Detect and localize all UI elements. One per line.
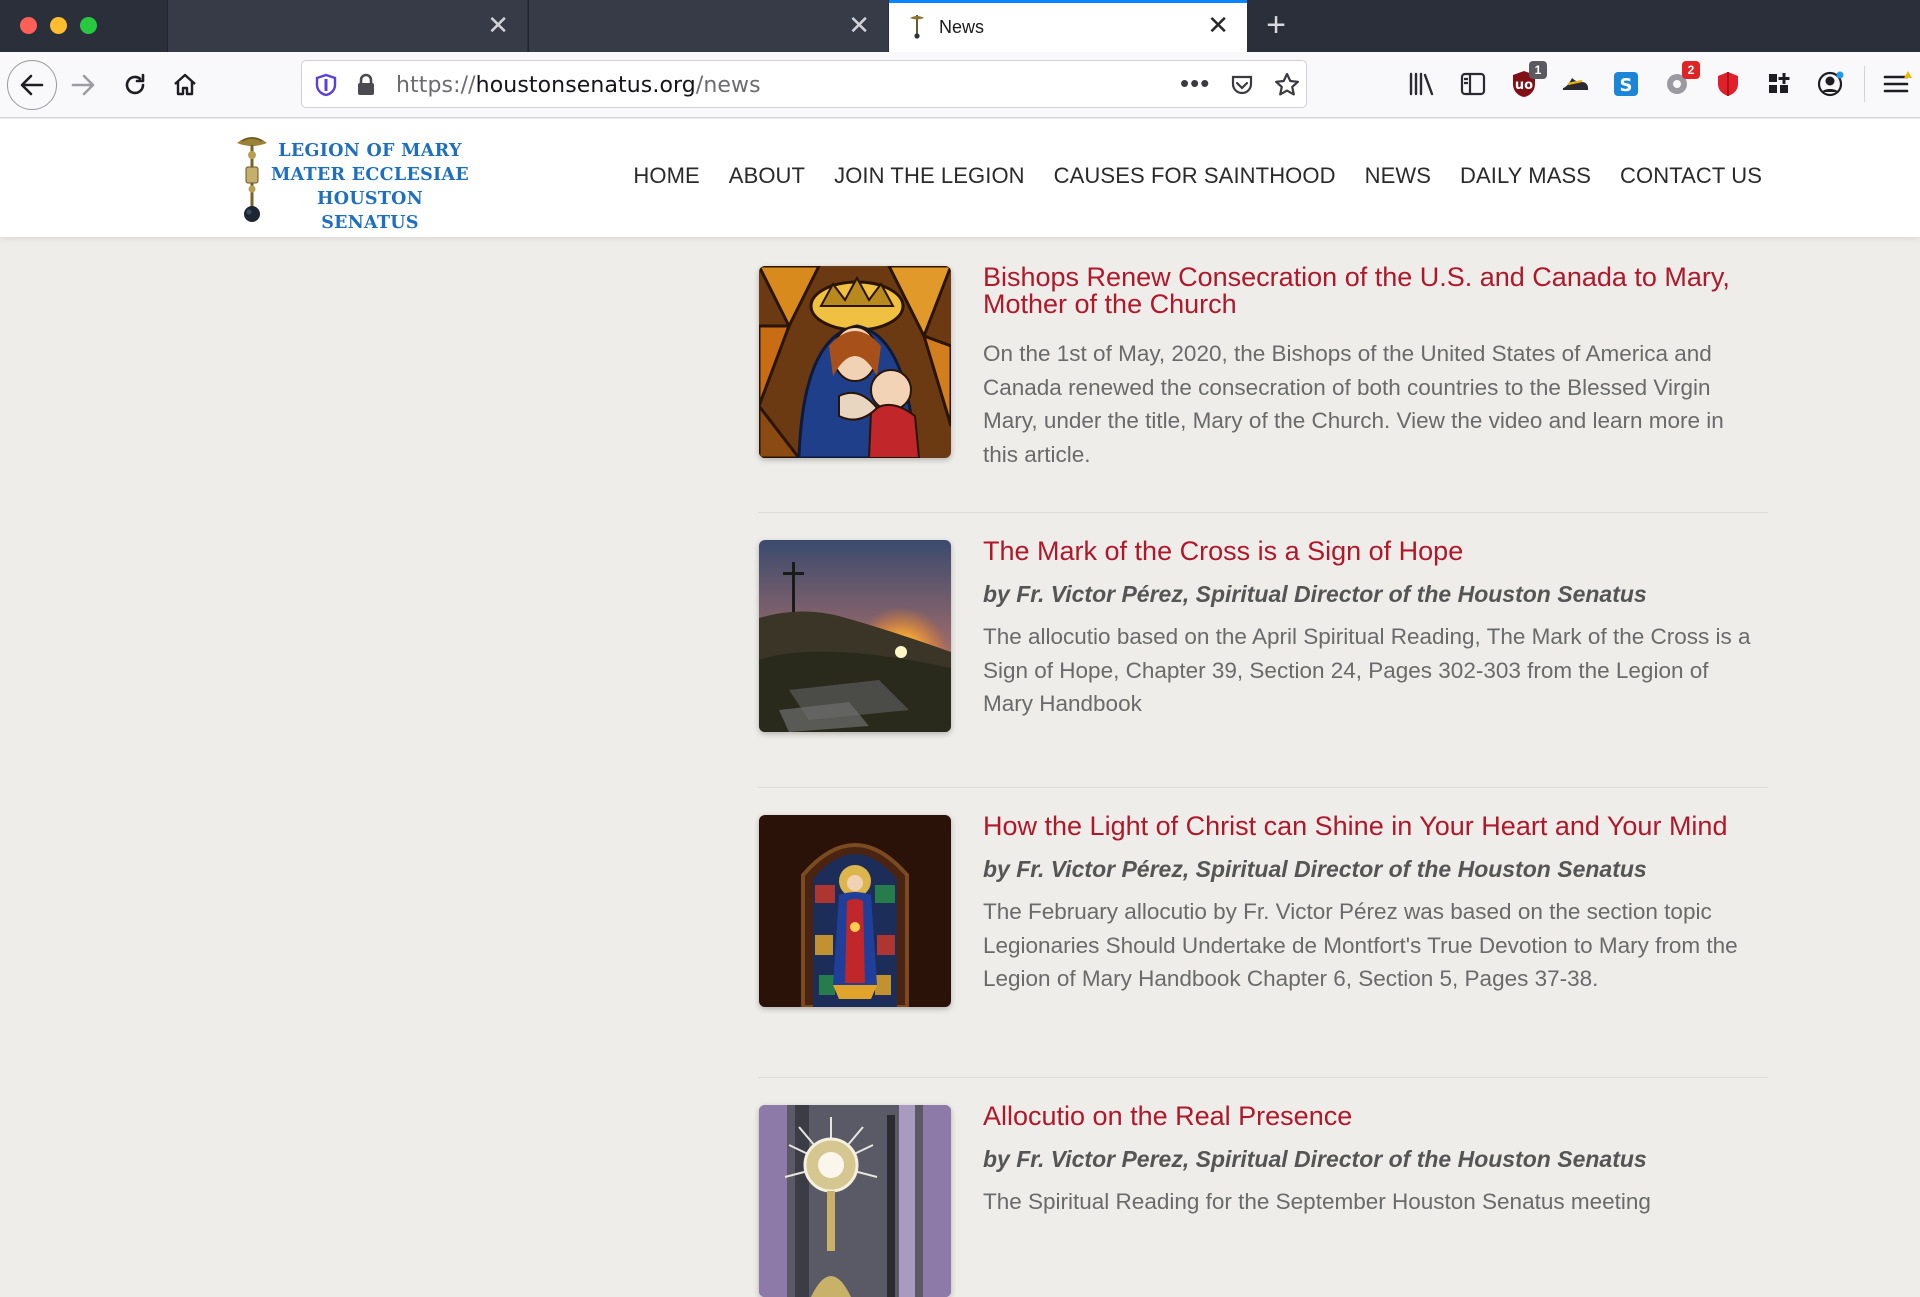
post-thumbnail[interactable] xyxy=(759,540,951,732)
url-host: houstonsenatus.org xyxy=(475,73,696,98)
nav-about[interactable]: ABOUT xyxy=(729,163,805,189)
stained-glass-window-image xyxy=(759,815,951,1007)
logo-line-2: MATER ECCLESIAE xyxy=(270,165,470,185)
skype-icon: S xyxy=(1614,72,1638,96)
post-title-link[interactable]: Bishops Renew Consecration of the U.S. a… xyxy=(983,264,1763,318)
extension-badge-button[interactable]: 2 xyxy=(1660,61,1700,101)
nav-home[interactable]: HOME xyxy=(633,163,699,189)
post-excerpt: On the 1st of May, 2020, the Bishops of … xyxy=(983,341,1724,467)
close-icon[interactable]: ✕ xyxy=(1207,12,1229,38)
svg-text:uo: uo xyxy=(1515,78,1533,93)
legion-favicon-icon xyxy=(910,15,924,39)
app-menu-button[interactable] xyxy=(1880,67,1914,101)
privacy-shield-button[interactable] xyxy=(1711,67,1745,101)
lock-icon[interactable] xyxy=(356,73,376,97)
browser-tab-bar: ✕ ✕ News ✕ + xyxy=(0,0,1920,52)
window-zoom-button[interactable] xyxy=(80,17,97,34)
tab-title: News xyxy=(939,17,985,37)
address-bar[interactable]: https://houstonsenatus.org/news ••• xyxy=(301,60,1307,108)
window-minimize-button[interactable] xyxy=(50,17,67,34)
hamburger-menu-icon xyxy=(1883,71,1912,93)
sidebar-icon xyxy=(1460,72,1486,96)
post-excerpt: The Spiritual Reading for the September … xyxy=(983,1189,1651,1214)
page-actions-icon[interactable]: ••• xyxy=(1180,68,1210,99)
skype-button[interactable]: S xyxy=(1609,67,1643,101)
back-button[interactable] xyxy=(7,60,57,110)
site-header: LEGION OF MARY MATER ECCLESIAE HOUSTON S… xyxy=(0,119,1920,237)
pocket-icon[interactable] xyxy=(1230,73,1254,97)
post-body: How the Light of Christ can Shine in You… xyxy=(983,813,1763,996)
post-thumbnail[interactable] xyxy=(759,266,951,458)
reload-icon xyxy=(125,73,145,95)
news-item: Bishops Renew Consecration of the U.S. a… xyxy=(758,237,1768,512)
site-logo-text[interactable]: LEGION OF MARY MATER ECCLESIAE HOUSTON S… xyxy=(270,139,470,235)
cross-sunset-image xyxy=(759,540,951,732)
home-button[interactable] xyxy=(163,63,207,107)
post-byline: by Fr. Victor Perez, Spiritual Director … xyxy=(983,1146,1647,1172)
post-thumbnail[interactable] xyxy=(759,815,951,1007)
main-navigation: HOME ABOUT JOIN THE LEGION CAUSES FOR SA… xyxy=(604,163,1762,189)
account-avatar-icon xyxy=(1817,71,1844,97)
browser-tab-active[interactable]: News ✕ xyxy=(889,0,1247,52)
ublock-count-badge: 1 xyxy=(1529,61,1547,79)
bookmark-star-icon[interactable] xyxy=(1274,72,1300,98)
ublock-button[interactable]: uo 1 xyxy=(1507,61,1547,101)
nav-causes-for-sainthood[interactable]: CAUSES FOR SAINTHOOD xyxy=(1054,163,1336,189)
logo-line-3: HOUSTON SENATUS xyxy=(316,189,424,233)
sidebar-button[interactable] xyxy=(1456,67,1490,101)
account-button[interactable] xyxy=(1813,67,1847,101)
nav-join-the-legion[interactable]: JOIN THE LEGION xyxy=(834,163,1025,189)
legion-standard-logo-icon[interactable] xyxy=(232,131,272,223)
browser-toolbar: https://houstonsenatus.org/news ••• uo 1… xyxy=(0,52,1920,118)
post-excerpt: The February allocutio by Fr. Victor Pér… xyxy=(983,899,1738,991)
close-icon[interactable]: ✕ xyxy=(487,12,509,38)
window-close-button[interactable] xyxy=(20,17,37,34)
reload-button[interactable] xyxy=(113,63,157,107)
post-title-link[interactable]: How the Light of Christ can Shine in You… xyxy=(983,813,1763,840)
close-icon[interactable]: ✕ xyxy=(848,12,870,38)
post-body: Bishops Renew Consecration of the U.S. a… xyxy=(983,264,1763,471)
news-item: Allocutio on the Real Presence by Fr. Vi… xyxy=(758,1077,1768,1297)
nav-contact-us[interactable]: CONTACT US xyxy=(1620,163,1762,189)
post-byline: by Fr. Victor Pérez, Spiritual Director … xyxy=(983,856,1647,882)
notification-count-badge: 2 xyxy=(1682,61,1700,79)
nav-news[interactable]: NEWS xyxy=(1365,163,1431,189)
home-icon xyxy=(174,73,196,96)
post-body: Allocutio on the Real Presence by Fr. Vi… xyxy=(983,1103,1763,1219)
logo-line-1: LEGION OF MARY xyxy=(278,141,462,161)
post-excerpt: The allocutio based on the April Spiritu… xyxy=(983,624,1751,716)
post-byline: by Fr. Victor Pérez, Spiritual Director … xyxy=(983,581,1647,607)
toolbar-separator xyxy=(1864,66,1865,102)
library-icon xyxy=(1409,72,1434,96)
red-shield-icon xyxy=(1718,72,1738,96)
post-thumbnail[interactable] xyxy=(759,1105,951,1297)
post-title-link[interactable]: The Mark of the Cross is a Sign of Hope xyxy=(983,538,1763,565)
post-body: The Mark of the Cross is a Sign of Hope … xyxy=(983,538,1763,721)
apps-grid-icon xyxy=(1769,73,1790,93)
forward-button[interactable] xyxy=(61,63,105,107)
tracking-shield-icon[interactable] xyxy=(314,73,338,97)
browser-tab-1[interactable]: ✕ xyxy=(167,0,527,52)
stained-glass-madonna-image xyxy=(759,266,951,458)
monstrance-image xyxy=(759,1105,951,1297)
svg-text:S: S xyxy=(1620,75,1633,96)
arrow-left-icon xyxy=(20,74,44,96)
news-list: Bishops Renew Consecration of the U.S. a… xyxy=(758,237,1768,1297)
url-path: /news xyxy=(695,73,761,98)
news-item: How the Light of Christ can Shine in You… xyxy=(758,787,1768,1077)
nav-daily-mass[interactable]: DAILY MASS xyxy=(1460,163,1591,189)
grid-extension-button[interactable] xyxy=(1762,67,1796,101)
url-text[interactable]: https://houstonsenatus.org/news xyxy=(396,73,761,98)
post-title-link[interactable]: Allocutio on the Real Presence xyxy=(983,1103,1763,1130)
new-tab-plus-icon[interactable]: + xyxy=(1258,8,1294,44)
running-shoe-icon xyxy=(1563,78,1588,90)
browser-tab-2[interactable]: ✕ xyxy=(528,0,888,52)
news-item: The Mark of the Cross is a Sign of Hope … xyxy=(758,512,1768,787)
url-prefix: https:// xyxy=(396,73,476,98)
library-button[interactable] xyxy=(1405,67,1439,101)
arrow-right-icon xyxy=(71,74,95,96)
extension-shoe-button[interactable] xyxy=(1558,67,1592,101)
